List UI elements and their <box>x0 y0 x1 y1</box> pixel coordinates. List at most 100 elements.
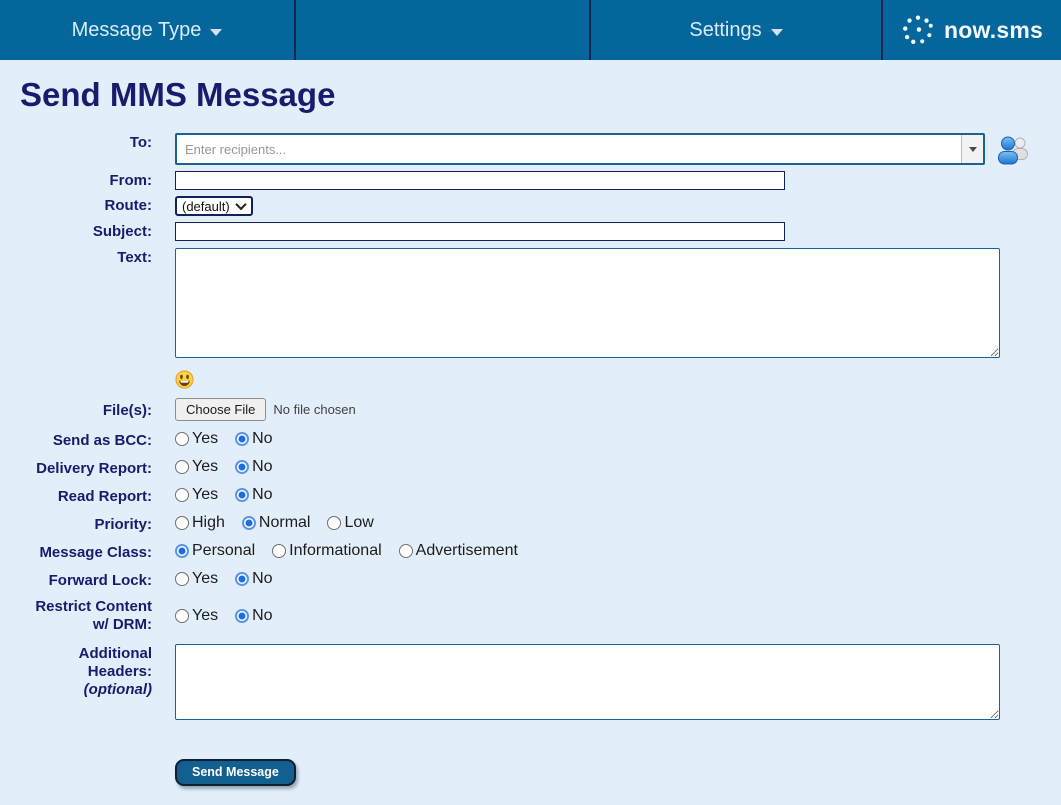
option-label: Advertisement <box>415 542 518 559</box>
route-row: Route: (default) <box>0 196 1061 216</box>
option-label: No <box>252 486 273 503</box>
subject-label: Subject: <box>92 223 152 240</box>
recipients-input[interactable] <box>177 135 961 163</box>
send-message-button[interactable]: Send Message <box>175 759 296 786</box>
priority-option-normal[interactable]: Normal <box>241 514 311 532</box>
text-row: Text: <box>0 248 1061 363</box>
priority-row: Priority: High Normal Low <box>0 514 1061 534</box>
optional-note: (optional) <box>83 681 152 698</box>
radio-icon[interactable] <box>398 544 413 558</box>
option-label: No <box>252 570 273 587</box>
radio-icon[interactable] <box>272 544 287 558</box>
option-label: No <box>252 430 273 447</box>
forward-lock-label: Forward Lock: <box>48 572 152 589</box>
priority-label: Priority: <box>94 516 152 533</box>
nav-item-settings[interactable]: Settings <box>591 0 883 60</box>
read-report-label: Read Report: <box>57 488 152 505</box>
delivery-option-yes[interactable]: Yes <box>175 458 218 476</box>
drm-option-yes[interactable]: Yes <box>175 607 218 625</box>
nav-message-type-label: Message Type <box>71 18 202 41</box>
top-navbar: Message Type Settings now.sms <box>0 0 1061 60</box>
radio-icon[interactable] <box>175 609 189 623</box>
class-option-informational[interactable]: Informational <box>272 542 382 560</box>
subject-input[interactable] <box>175 222 785 241</box>
option-label: Yes <box>192 430 219 447</box>
choose-file-button[interactable]: Choose File <box>175 398 267 421</box>
restrict-drm-row: Restrict Content w/ DRM: Yes No <box>0 598 1061 634</box>
option-label: Normal <box>258 514 311 531</box>
caret-down-icon <box>770 28 783 36</box>
additional-headers-row: Additional Headers: (optional) <box>0 644 1061 725</box>
radio-icon[interactable] <box>175 544 189 558</box>
radio-icon[interactable] <box>235 432 250 446</box>
option-label: Low <box>344 514 374 531</box>
option-label: Yes <box>192 570 219 587</box>
read-option-no[interactable]: No <box>235 486 273 504</box>
nav-settings-label: Settings <box>689 18 762 41</box>
radio-icon[interactable] <box>175 572 189 586</box>
option-label: Personal <box>192 542 256 559</box>
forward-option-no[interactable]: No <box>235 570 273 588</box>
text-label: Text: <box>117 249 152 266</box>
send-as-bcc-row: Send as BCC: Yes No <box>0 430 1061 450</box>
read-option-yes[interactable]: Yes <box>175 486 218 504</box>
option-label: No <box>252 607 273 624</box>
option-label: Yes <box>192 458 219 475</box>
option-label: Yes <box>192 486 219 503</box>
file-status-text: No file chosen <box>273 402 356 417</box>
radio-icon[interactable] <box>235 572 250 586</box>
radio-icon[interactable] <box>235 488 250 502</box>
message-class-label: Message Class: <box>39 544 152 561</box>
priority-option-high[interactable]: High <box>175 514 225 532</box>
send-as-bcc-label: Send as BCC: <box>52 432 152 449</box>
radio-icon[interactable] <box>175 516 189 530</box>
additional-headers-label-text: Additional Headers: <box>78 645 152 680</box>
brand-logo: now.sms <box>883 0 1061 60</box>
page-title: Send MMS Message <box>20 76 336 113</box>
forward-lock-row: Forward Lock: Yes No <box>0 570 1061 590</box>
option-label: Yes <box>192 607 219 624</box>
additional-headers-textarea[interactable] <box>175 644 1000 720</box>
radio-icon[interactable] <box>175 432 189 446</box>
nav-item-message-type[interactable]: Message Type <box>0 0 296 60</box>
option-label: High <box>192 514 225 531</box>
recipients-combobox[interactable] <box>175 133 985 165</box>
from-row: From: <box>0 171 1061 190</box>
class-option-personal[interactable]: Personal <box>175 542 255 560</box>
route-label: Route: <box>104 197 153 214</box>
forward-option-yes[interactable]: Yes <box>175 570 218 588</box>
drm-option-no[interactable]: No <box>235 607 273 625</box>
to-row: To: <box>0 133 1061 165</box>
recipients-dropdown-button[interactable] <box>961 135 983 163</box>
radio-icon[interactable] <box>175 460 189 474</box>
route-select[interactable]: (default) <box>175 196 253 216</box>
message-text-area[interactable] <box>175 248 1000 358</box>
bcc-option-no[interactable]: No <box>235 430 273 448</box>
delivery-option-no[interactable]: No <box>235 458 273 476</box>
option-label: Informational <box>289 542 382 559</box>
subject-row: Subject: <box>0 222 1061 241</box>
from-input[interactable] <box>175 171 785 190</box>
emoji-row <box>175 370 1061 389</box>
bcc-option-yes[interactable]: Yes <box>175 430 218 448</box>
route-selected-value: (default) <box>182 198 230 214</box>
send-mms-form: To: Enter recipients... From: Route: (de… <box>0 133 1061 786</box>
class-option-advertisement[interactable]: Advertisement <box>398 542 518 560</box>
nowsms-dots-icon <box>903 15 933 44</box>
brand-text: now.sms <box>944 16 1043 43</box>
radio-icon[interactable] <box>241 516 256 530</box>
radio-icon[interactable] <box>175 488 189 502</box>
read-report-row: Read Report: Yes No <box>0 486 1061 506</box>
caret-down-icon <box>210 28 223 36</box>
grinning-face-icon[interactable] <box>175 370 194 389</box>
contacts-icon[interactable] <box>996 134 1030 165</box>
caret-down-icon <box>968 146 977 152</box>
priority-option-low[interactable]: Low <box>327 514 374 532</box>
radio-icon[interactable] <box>327 516 342 530</box>
radio-icon[interactable] <box>235 460 250 474</box>
files-label: File(s): <box>102 402 152 419</box>
delivery-report-label: Delivery Report: <box>36 460 152 477</box>
from-label: From: <box>109 172 153 189</box>
radio-icon[interactable] <box>235 609 250 623</box>
message-class-row: Message Class: Personal Informational Ad… <box>0 542 1061 562</box>
